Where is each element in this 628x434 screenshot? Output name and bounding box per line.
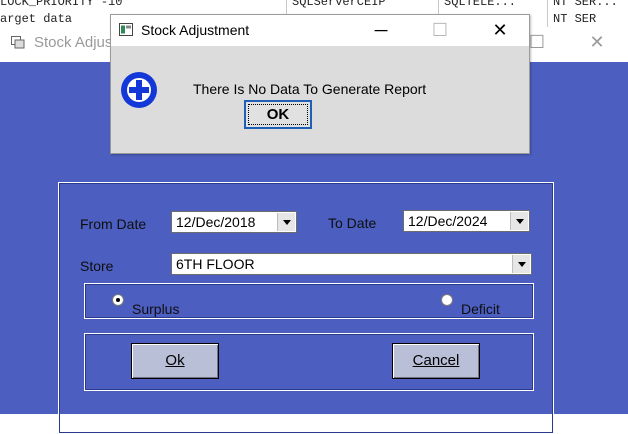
table-cell: SQLServerCEIP: [292, 0, 386, 9]
from-date-label: From Date: [80, 216, 147, 232]
dialog-title: Stock Adjustment: [141, 22, 250, 38]
surplus-label[interactable]: Surplus: [132, 301, 179, 317]
info-plus-icon: [121, 72, 157, 108]
dialog-message: There Is No Data To Generate Report: [193, 81, 427, 97]
ok-button-label: Ok: [165, 352, 185, 369]
dialog-close-button[interactable]: ✕: [485, 19, 515, 41]
to-date-picker[interactable]: 12/Dec/2024: [403, 210, 530, 232]
table-cell: NT SER...: [553, 0, 618, 9]
store-value: 6TH FLOOR: [176, 256, 255, 272]
dialog-maximize-button: ☐: [431, 20, 449, 40]
store-select[interactable]: 6TH FLOOR: [171, 253, 532, 275]
dialog-ok-label: OK: [266, 106, 290, 123]
surplus-radio[interactable]: [112, 294, 124, 306]
chevron-down-icon[interactable]: [510, 212, 528, 230]
message-dialog: Stock Adjustment ─ ☐ ✕ There Is No Data …: [110, 14, 530, 154]
chevron-down-icon[interactable]: [512, 255, 530, 273]
store-label: Store: [80, 258, 114, 274]
app-icon: [119, 23, 133, 36]
dialog-minimize-button[interactable]: ─: [366, 19, 396, 41]
dialog-title-bar: Stock Adjustment ─ ☐ ✕: [111, 15, 529, 46]
table-cell: SQLTELE...: [444, 0, 517, 9]
app-icon: [11, 36, 25, 49]
dialog-body: There Is No Data To Generate Report: [111, 46, 529, 153]
from-date-picker[interactable]: 12/Dec/2018: [171, 211, 297, 233]
ok-button[interactable]: Ok: [131, 343, 219, 379]
cancel-button-label: Cancel: [412, 352, 460, 369]
main-close-button[interactable]: ✕: [582, 31, 612, 53]
deficit-radio[interactable]: [441, 294, 453, 306]
dialog-ok-button[interactable]: OK: [244, 100, 312, 129]
from-date-value: 12/Dec/2018: [176, 214, 256, 230]
table-cell: NT SER: [553, 12, 597, 26]
deficit-label[interactable]: Deficit: [461, 301, 500, 317]
table-cell: LOCK_PRIORITY -10: [0, 0, 123, 9]
table-row: LOCK_PRIORITY -10 SQLServerCEIP SQLTELE.…: [0, 0, 628, 11]
to-date-label: To Date: [328, 215, 377, 231]
to-date-value: 12/Dec/2024: [408, 213, 488, 229]
cancel-button[interactable]: Cancel: [392, 343, 480, 379]
chevron-down-icon[interactable]: [277, 213, 295, 231]
main-window-title: Stock Adjus: [34, 34, 113, 51]
